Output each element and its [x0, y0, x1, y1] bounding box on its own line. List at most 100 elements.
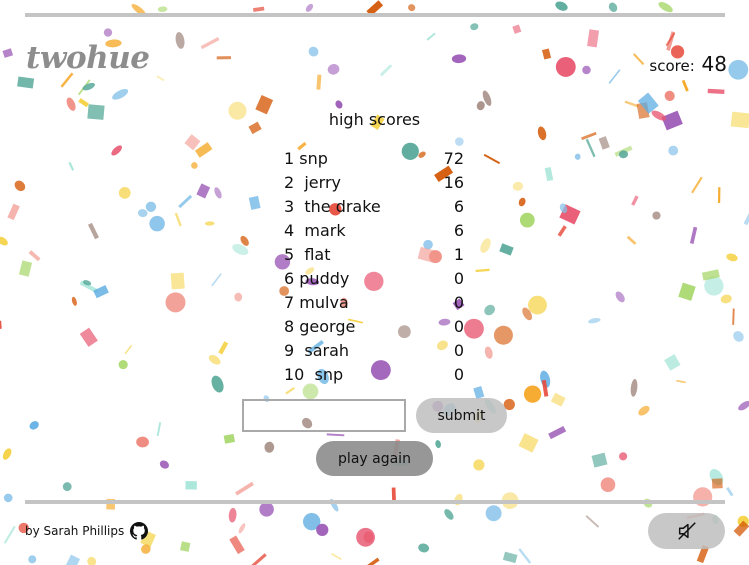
score-value: 48 — [701, 52, 727, 76]
confetti-piece — [426, 32, 436, 41]
high-score-name: 9 sarah — [284, 341, 350, 360]
confetti-piece — [111, 145, 122, 156]
confetti-piece — [3, 525, 16, 544]
logo: twohue — [26, 40, 150, 76]
confetti-piece — [574, 153, 581, 160]
confetti-piece — [585, 515, 600, 528]
confetti-piece — [483, 153, 501, 165]
confetti-piece — [3, 493, 13, 503]
confetti-piece — [28, 250, 41, 262]
confetti-piece — [518, 548, 532, 564]
confetti-piece — [62, 482, 72, 492]
confetti-piece — [512, 24, 522, 34]
confetti-piece — [165, 292, 186, 313]
high-score-row: 2 jerry 16 — [284, 171, 469, 195]
confetti-piece — [738, 400, 749, 411]
high-score-row: 9 sarah 0 — [284, 339, 469, 363]
high-score-value: 0 — [453, 341, 464, 360]
confetti-piece — [555, 56, 576, 77]
confetti-piece — [156, 75, 165, 82]
high-score-value: 16 — [443, 173, 464, 192]
high-score-value: 72 — [443, 149, 464, 168]
submit-button[interactable]: submit — [416, 398, 507, 433]
confetti-piece — [581, 131, 597, 141]
confetti-piece — [228, 507, 237, 523]
confetti-piece — [2, 48, 14, 58]
confetti-piece — [691, 176, 703, 194]
high-score-value: 6 — [453, 197, 464, 216]
high-score-row: 4 mark 6 — [284, 219, 469, 243]
confetti-piece — [82, 82, 95, 91]
confetti-piece — [518, 433, 539, 453]
confetti-piece — [502, 551, 518, 564]
confetti-piece — [470, 23, 479, 31]
confetti-piece — [550, 392, 566, 407]
confetti-piece — [638, 405, 650, 416]
confetti-piece — [28, 555, 37, 564]
confetti-piece — [588, 317, 601, 324]
confetti-piece — [175, 32, 185, 49]
high-scores-title: high scores — [328, 110, 421, 129]
high-score-row: 6 puddy 0 — [284, 267, 469, 291]
mute-button[interactable] — [648, 513, 725, 549]
confetti-piece — [493, 325, 513, 345]
confetti-piece — [512, 181, 524, 191]
confetti-piece — [118, 360, 128, 370]
confetti-piece — [518, 197, 526, 207]
confetti-piece — [2, 448, 12, 460]
confetti-piece — [732, 308, 735, 325]
confetti-piece — [180, 541, 191, 552]
github-icon[interactable] — [130, 522, 149, 540]
play-again-button[interactable]: play again — [316, 441, 433, 476]
speaker-muted-icon — [677, 522, 696, 540]
confetti-piece — [112, 88, 129, 100]
confetti-piece — [624, 100, 639, 108]
name-input[interactable] — [242, 399, 406, 432]
confetti-piece — [528, 295, 547, 315]
confetti-piece — [330, 552, 342, 561]
high-scores-list: 1 snp 72 2 jerry 16 3 the drake 6 4 mark… — [284, 147, 469, 387]
high-score-value: 0 — [453, 365, 464, 384]
confetti-piece — [444, 509, 454, 520]
confetti-piece — [87, 222, 99, 240]
credit: by Sarah Phillips — [25, 522, 149, 540]
confetti-piece — [631, 195, 639, 206]
confetti-piece — [223, 433, 236, 444]
score-display: score: 48 — [649, 52, 727, 76]
confetti-piece — [548, 425, 567, 440]
confetti-piece — [587, 29, 600, 48]
confetti-piece — [668, 145, 679, 156]
confetti-piece — [652, 211, 661, 220]
confetti-piece — [544, 167, 554, 182]
high-score-row: 5 flat 1 — [284, 243, 469, 267]
confetti-piece — [124, 344, 133, 355]
confetti-piece — [519, 212, 535, 228]
confetti-piece — [216, 56, 231, 60]
confetti-piece — [326, 433, 345, 437]
confetti-piece — [720, 294, 732, 304]
confetti-piece — [363, 557, 380, 565]
confetti-piece — [451, 54, 467, 64]
confetti-piece — [87, 556, 97, 565]
confetti-piece — [211, 273, 222, 287]
confetti-piece — [585, 138, 596, 158]
confetti-piece — [316, 74, 322, 90]
confetti-piece — [229, 535, 245, 555]
confetti-piece — [64, 554, 81, 565]
credit-text: by Sarah Phillips — [25, 524, 125, 538]
confetti-piece — [676, 379, 686, 384]
confetti-piece — [435, 440, 441, 449]
confetti-piece — [598, 136, 610, 150]
confetti-piece — [259, 502, 274, 517]
top-divider — [25, 13, 725, 17]
confetti-piece — [78, 98, 89, 108]
bottom-divider — [25, 500, 725, 504]
confetti-piece — [664, 354, 681, 371]
confetti-piece — [726, 253, 738, 262]
confetti-piece — [184, 134, 201, 151]
confetti-piece — [664, 90, 675, 101]
confetti-piece — [480, 238, 491, 253]
high-score-name: 5 flat — [284, 245, 331, 264]
confetti-piece — [473, 459, 485, 471]
confetti-piece — [707, 88, 725, 94]
